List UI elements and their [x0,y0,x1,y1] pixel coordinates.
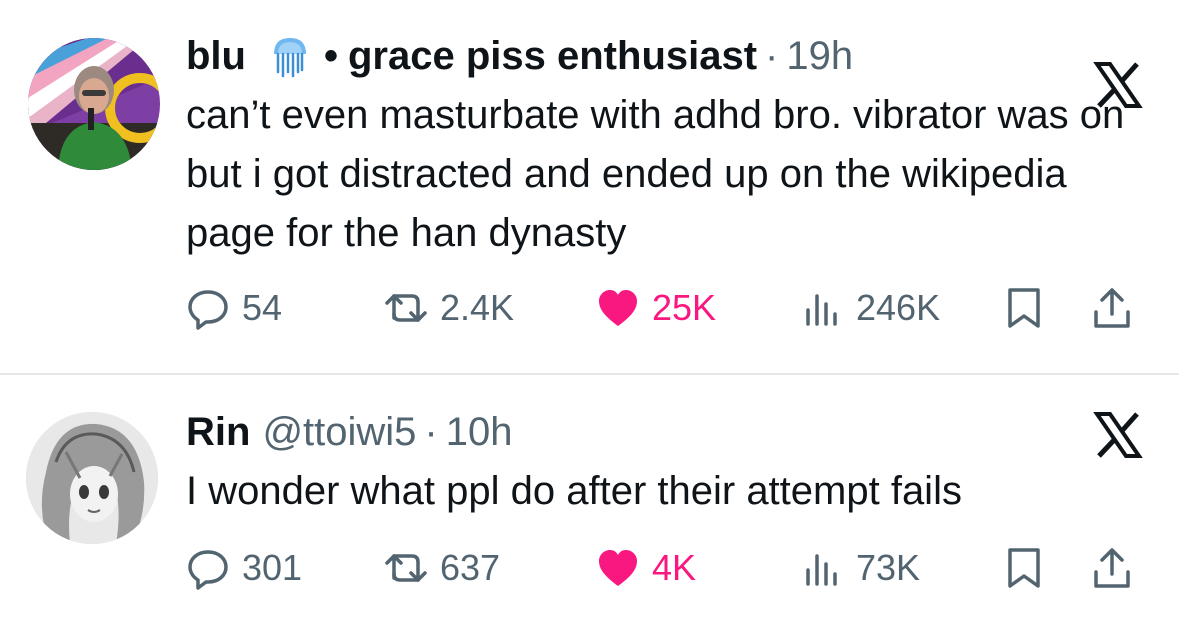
retweet-count: 637 [440,547,501,588]
views-icon [806,554,837,586]
share-icon [1094,548,1130,588]
bookmark-button[interactable] [1002,540,1058,596]
avatar[interactable] [26,412,158,544]
reply-count: 301 [242,547,303,588]
tweet-header: Rin @ttoiwi5 · 10h [186,408,513,456]
share-button[interactable] [1090,540,1146,596]
tweet[interactable]: Rin @ttoiwi5 · 10h I wonder what ppl do … [0,0,1179,643]
timestamp[interactable]: 10h [446,408,513,456]
views-count: 73K [856,547,921,588]
action-bar: 301 637 4K 73K [186,540,1146,596]
reply-icon [188,550,228,590]
separator-dot: · [424,410,438,454]
author-name[interactable]: Rin [186,408,250,456]
retweet-icon [385,554,427,582]
heart-icon [599,550,637,586]
author-handle[interactable]: @ttoiwi5 [262,408,416,456]
views-button[interactable]: 73K [800,540,920,596]
bookmark-icon [1008,548,1040,588]
tweet-text: I wonder what ppl do after their attempt… [186,469,962,513]
reply-button[interactable]: 301 [186,540,302,596]
retweet-button[interactable]: 637 [384,540,500,596]
x-logo-icon [1093,410,1143,460]
like-button[interactable]: 4K [596,540,696,596]
like-count: 4K [652,547,697,588]
